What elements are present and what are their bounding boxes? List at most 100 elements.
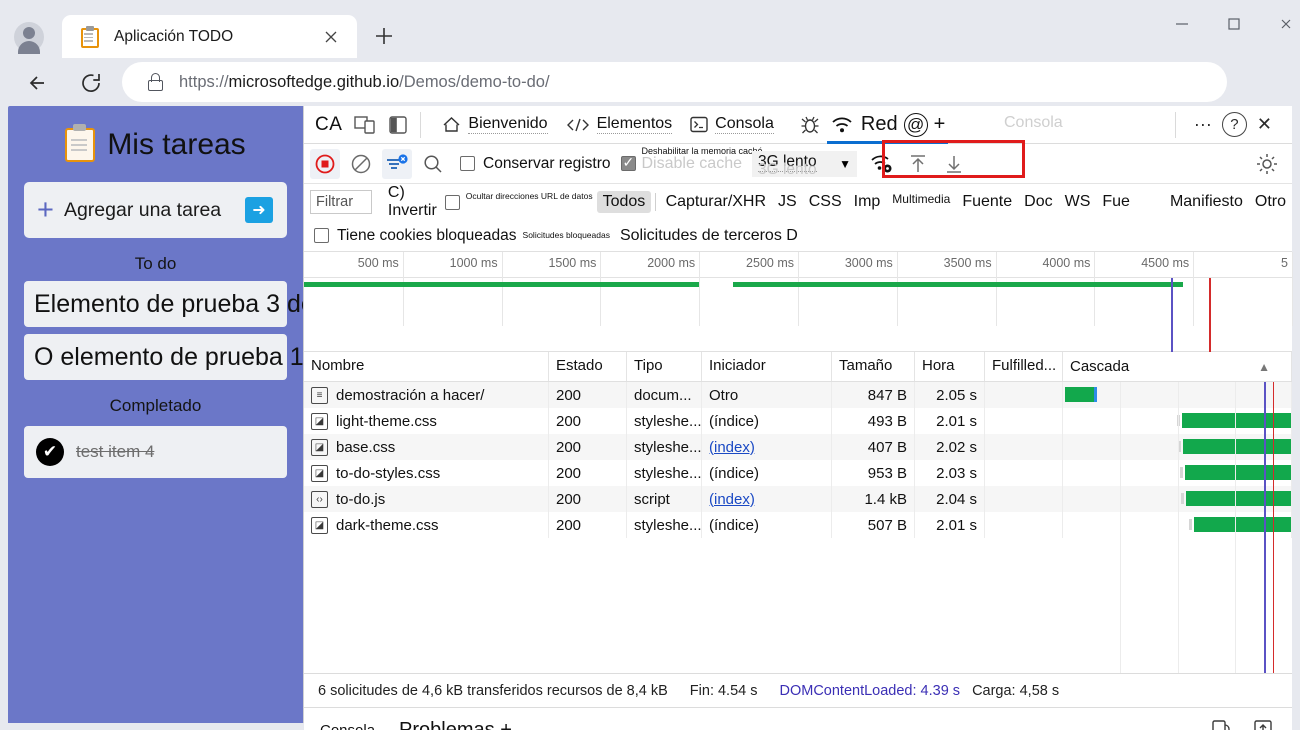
- resource-name: dark-theme.css: [336, 516, 439, 534]
- timeline-ruler: 500 ms 1000 ms 1500 ms 2000 ms 2500 ms 3000 m…: [304, 252, 1293, 326]
- column-header-cascada[interactable]: Cascada ▲: [1063, 352, 1292, 381]
- lock-icon: [148, 73, 163, 91]
- filter-chip-imp[interactable]: Imp: [848, 191, 887, 213]
- filter-icon[interactable]: [382, 148, 412, 179]
- check-circle-icon[interactable]: ✔: [36, 438, 64, 466]
- filter-chip-js[interactable]: JS: [772, 191, 803, 213]
- move-drawer-icon[interactable]: [1252, 717, 1274, 730]
- waterfall-bar: [1189, 517, 1291, 532]
- clear-icon[interactable]: [346, 149, 376, 179]
- close-devtools-icon[interactable]: ✕: [1247, 114, 1282, 135]
- cell-size: 953 B: [832, 460, 915, 486]
- close-window-button[interactable]: [1264, 16, 1300, 48]
- add-tab-icon[interactable]: +: [934, 113, 946, 136]
- filter-chip-css[interactable]: CSS: [803, 191, 848, 213]
- blocked-cookies-checkbox[interactable]: [314, 228, 329, 243]
- waterfall-gridline: [1120, 382, 1122, 673]
- network-toolbar: Conservar registro Deshabilitar la memor…: [304, 140, 1292, 184]
- minimize-button[interactable]: [1160, 16, 1204, 48]
- column-header-tamano[interactable]: Tamaño: [832, 352, 915, 381]
- tab-consola[interactable]: Consola: [681, 106, 783, 144]
- clipboard-favicon-icon: [80, 26, 100, 48]
- drawer-tab-consola[interactable]: Consola: [320, 722, 375, 730]
- third-party-label[interactable]: Solicitudes de terceros D: [620, 227, 798, 245]
- more-tools-icon[interactable]: ···: [1184, 114, 1222, 135]
- device-toolbar-icon[interactable]: [354, 115, 376, 135]
- finish-time: Fin: 4.54 s: [689, 682, 758, 699]
- timeline-tick-label: 5: [1281, 256, 1288, 270]
- filter-chip-multimedia[interactable]: Multimedia: [886, 190, 956, 208]
- add-task-row[interactable]: + Agregar una tarea ➜: [24, 182, 287, 238]
- filter-input[interactable]: Filtrar: [310, 190, 372, 214]
- bug-icon[interactable]: [799, 115, 821, 135]
- throttling-dropdown[interactable]: 3G lento 3G lento ▼: [752, 150, 857, 178]
- table-row[interactable]: ◪ light-theme.css 200 styleshe... (índice) 49…: [304, 408, 1292, 434]
- wifi-icon: [830, 115, 854, 134]
- tab-label: Elementos: [596, 115, 673, 134]
- address-bar[interactable]: https://microsoftedge.github.io/Demos/de…: [122, 62, 1227, 102]
- table-row[interactable]: ◪ dark-theme.css 200 styleshe... (índice) 507…: [304, 512, 1292, 538]
- column-header-hora[interactable]: Hora: [915, 352, 985, 381]
- table-row[interactable]: ◪ to-do-styles.css 200 styleshe... (índice) 9…: [304, 460, 1292, 486]
- column-header-tipo[interactable]: Tipo: [627, 352, 702, 381]
- cell-time: 2.03 s: [915, 460, 985, 486]
- cell-name: ‹› to-do.js: [304, 486, 549, 512]
- network-overview-chart[interactable]: 500 ms 1000 ms 1500 ms 2000 ms 2500 ms 3000 m…: [304, 252, 1293, 352]
- invert-label[interactable]: C) Invertir: [388, 184, 437, 220]
- tab-bienvenido[interactable]: Bienvenido: [433, 106, 556, 144]
- back-button[interactable]: [22, 66, 56, 100]
- tab-red[interactable]: Red @ +: [821, 106, 954, 144]
- new-drawer-icon[interactable]: [1210, 717, 1232, 730]
- browser-tab[interactable]: Aplicación TODO: [62, 15, 357, 59]
- table-row[interactable]: ≡ demostración a hacer/200 docum... Otro 847…: [304, 382, 1292, 408]
- script-icon: ‹›: [311, 490, 328, 508]
- new-tab-icon[interactable]: [370, 22, 398, 50]
- table-row[interactable]: ‹› to-do.js 200 script (index) 1.4 kB 2.04 s: [304, 486, 1292, 512]
- sort-arrow-icon[interactable]: ▲: [1258, 360, 1270, 374]
- filter-chip-fuente[interactable]: Fuente: [956, 191, 1018, 213]
- record-stop-icon[interactable]: [310, 148, 340, 179]
- network-conditions-icon[interactable]: [867, 149, 897, 179]
- inspect-label[interactable]: CA: [315, 114, 342, 136]
- initiator-link[interactable]: (index): [709, 491, 755, 508]
- network-table-body[interactable]: ≡ demostración a hacer/200 docum... Otro 847…: [304, 382, 1292, 674]
- maximize-button[interactable]: [1212, 16, 1256, 48]
- dock-panel-icon[interactable]: [388, 115, 408, 135]
- completed-task-item[interactable]: ✔ test item 4: [24, 426, 287, 478]
- table-row[interactable]: ◪ base.css 200 styleshe... (index) 407 B 2.02 …: [304, 434, 1292, 460]
- cell-size: 493 B: [832, 408, 915, 434]
- filter-chip-todos[interactable]: Todos: [596, 191, 652, 213]
- filter-chip-doc[interactable]: Doc: [1018, 191, 1058, 213]
- column-header-iniciador[interactable]: Iniciador: [702, 352, 832, 381]
- gridline: [1292, 252, 1293, 326]
- export-har-icon[interactable]: [939, 149, 969, 179]
- submit-task-icon[interactable]: ➜: [245, 197, 273, 223]
- profile-avatar-icon[interactable]: [14, 22, 44, 54]
- task-item[interactable]: Elemento de prueba 3 de O: [24, 281, 341, 327]
- disable-cache-checkbox[interactable]: Deshabilitar la memoria caché Disable ca…: [620, 146, 763, 173]
- filter-chip-ws[interactable]: WS: [1059, 191, 1097, 213]
- import-har-icon[interactable]: [903, 149, 933, 179]
- reload-button[interactable]: [74, 66, 108, 100]
- column-header-nombre[interactable]: Nombre: [304, 352, 549, 381]
- search-icon[interactable]: [418, 149, 448, 179]
- network-activity-bar: [732, 282, 1184, 287]
- drawer-tab-problemas[interactable]: Problemas +: [399, 719, 512, 730]
- filter-chip-xhr[interactable]: Capturar/XHR: [660, 191, 772, 213]
- tab-elementos[interactable]: Elementos: [557, 106, 682, 144]
- task-item[interactable]: O elemento de prueba 1: [24, 334, 304, 380]
- blocked-requests-label[interactable]: Solicitudes bloqueadas: [523, 231, 610, 240]
- filter-chip-fue[interactable]: Fue: [1096, 191, 1136, 213]
- preserve-log-checkbox[interactable]: Conservar registro: [460, 155, 611, 173]
- hide-data-urls-checkbox[interactable]: [444, 194, 460, 210]
- initiator-link[interactable]: (index): [709, 439, 755, 456]
- filter-chip-otro[interactable]: Otro: [1249, 191, 1292, 213]
- close-tab-icon[interactable]: [321, 27, 341, 47]
- column-header-estado[interactable]: Estado: [549, 352, 627, 381]
- help-icon[interactable]: ?: [1221, 112, 1247, 137]
- cell-status: 200: [549, 382, 627, 408]
- filter-chip-manifiesto[interactable]: Manifiesto: [1164, 191, 1249, 213]
- column-header-fulfilled[interactable]: Fulfilled...: [985, 352, 1063, 381]
- chevron-down-icon[interactable]: ▼: [839, 157, 851, 171]
- devtools-settings-gear-icon[interactable]: [1252, 149, 1282, 179]
